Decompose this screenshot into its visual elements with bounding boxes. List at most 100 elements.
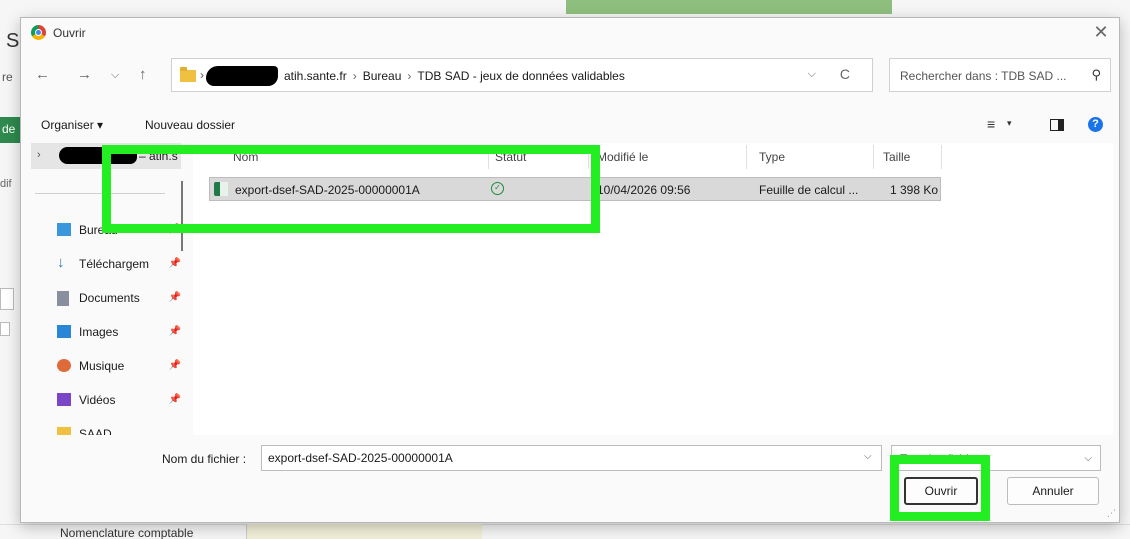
chevron-down-icon[interactable]: ⌵ — [1084, 453, 1092, 464]
filename-label: Nom du fichier : — [162, 452, 247, 466]
sync-status-check-icon: ✓ — [491, 182, 504, 195]
open-file-dialog: Ouvrir ✕ ← → ⌵ ↑ › atih.sante.fr › Bureau ›… — [20, 17, 1120, 523]
sidebar-item-label: Documents — [79, 291, 140, 305]
cancel-button[interactable]: Annuler — [1007, 477, 1099, 505]
breadcrumb-separator: › — [407, 69, 412, 83]
file-modified-cell: 10/04/2026 09:56 — [597, 183, 691, 197]
column-divider[interactable] — [873, 145, 874, 169]
resize-grip-icon[interactable]: ⋰ — [1107, 508, 1116, 519]
breadcrumb: atih.sante.fr › Bureau › TDB SAD - jeux de d… — [284, 69, 625, 83]
search-placeholder: Rechercher dans : TDB SAD ... — [900, 69, 1067, 83]
column-header-type[interactable]: Type — [759, 150, 785, 164]
navigation-bar: ← → ⌵ ↑ › atih.sante.fr › Bureau › TDB SAD -… — [21, 56, 1119, 94]
folder-icon — [180, 67, 196, 82]
sidebar-item-videos[interactable]: Vidéos 📌 — [57, 391, 181, 411]
dialog-title: Ouvrir — [53, 26, 86, 40]
search-icon[interactable]: ⚲ — [1091, 67, 1101, 83]
help-icon[interactable]: ? — [1088, 117, 1103, 132]
column-header-status[interactable]: Statut — [495, 150, 526, 164]
navigation-pane: › – atih.s Bureau 📌 ↓ Téléchargem 📌 Docu… — [31, 143, 191, 435]
sidebar-item-label: Vidéos — [79, 393, 116, 407]
sidebar-item-label: Musique — [79, 359, 125, 373]
file-type-select[interactable]: Tous les fichiers ⌵ — [891, 445, 1101, 471]
nav-pane-divider — [35, 193, 165, 194]
address-bar[interactable]: › atih.sante.fr › Bureau › TDB SAD - jeux de… — [171, 58, 873, 92]
videos-icon — [57, 393, 71, 406]
chrome-icon — [31, 25, 46, 40]
redacted-account-name — [59, 147, 137, 164]
images-icon — [57, 325, 71, 338]
pin-icon: 📌 — [168, 360, 181, 371]
sidebar-item-bureau[interactable]: Bureau 📌 — [57, 221, 181, 241]
breadcrumb-item-tdb-sad[interactable]: TDB SAD - jeux de données validables — [417, 69, 624, 83]
search-input[interactable]: Rechercher dans : TDB SAD ... ⚲ — [889, 58, 1111, 92]
chevron-right-icon[interactable]: › — [37, 149, 41, 161]
download-icon: ↓ — [57, 254, 65, 271]
sidebar-item-label: Téléchargem — [79, 257, 150, 271]
back-arrow-icon[interactable]: ← — [35, 66, 50, 83]
pin-icon: 📌 — [168, 292, 181, 303]
column-header-modified[interactable]: Modifié le — [597, 150, 648, 164]
view-options-icon[interactable]: ≡ — [987, 116, 995, 132]
organize-button[interactable]: Organiser ▾ — [41, 118, 103, 132]
background-green-bar — [566, 0, 892, 14]
background-checkbox — [0, 322, 10, 336]
column-divider[interactable] — [746, 145, 747, 169]
breadcrumb-item-atih[interactable]: atih.sante.fr — [284, 69, 347, 83]
column-divider[interactable] — [588, 145, 589, 169]
column-divider[interactable] — [941, 145, 942, 169]
filename-dropdown-icon[interactable]: ⌵ — [864, 451, 872, 462]
sidebar-item-label: SAAD — [79, 427, 112, 435]
pin-icon: 📌 — [168, 224, 181, 235]
sidebar-item-label: Bureau — [79, 223, 118, 237]
breadcrumb-item-bureau[interactable]: Bureau — [363, 69, 402, 83]
nav-pane-onedrive-item[interactable]: › – atih.s — [31, 143, 181, 169]
column-divider[interactable] — [488, 145, 489, 169]
background-dif-text: dif — [0, 178, 12, 190]
pin-icon: 📌 — [168, 394, 181, 405]
close-icon[interactable]: ✕ — [1091, 22, 1111, 43]
forward-arrow-icon[interactable]: → — [77, 66, 92, 83]
nav-pane-scrollbar[interactable] — [181, 181, 183, 251]
breadcrumb-expand-icon[interactable]: › — [200, 68, 204, 82]
sidebar-item-musique[interactable]: Musique 📌 — [57, 357, 181, 377]
folder-icon — [57, 427, 71, 435]
background-de-tab: de — [0, 117, 20, 143]
column-header-name[interactable]: Nom — [233, 150, 258, 164]
redacted-path-segment — [206, 66, 278, 86]
documents-icon — [57, 291, 69, 306]
view-options-chevron-icon[interactable]: ▾ — [1007, 118, 1012, 129]
preview-pane-icon[interactable] — [1050, 119, 1064, 131]
nav-pane-onedrive-label: – atih.s — [139, 149, 178, 163]
file-type-selected: Tous les fichiers — [900, 452, 986, 466]
background-yellow-cell — [246, 524, 482, 539]
background-letter: S — [6, 30, 20, 52]
refresh-icon[interactable]: C — [840, 66, 850, 82]
command-bar: Organiser ▾ Nouveau dossier ≡ ▾ ? — [21, 110, 1119, 138]
background-nomenclature-label: Nomenclature comptable — [60, 526, 194, 539]
recent-locations-chevron-icon[interactable]: ⌵ — [111, 69, 119, 82]
file-list: Nom Statut Modifié le Type Taille export… — [193, 143, 1113, 435]
excel-file-icon — [214, 182, 228, 196]
sidebar-item-telechargements[interactable]: ↓ Téléchargem 📌 — [57, 254, 181, 275]
sidebar-item-label: Images — [79, 325, 119, 339]
desktop-icon — [57, 223, 71, 236]
background-field — [0, 288, 14, 310]
file-name-cell[interactable]: export-dsef-SAD-2025-00000001A — [235, 183, 420, 197]
pin-icon: 📌 — [168, 326, 181, 337]
pin-icon: 📌 — [168, 258, 181, 269]
address-dropdown-icon[interactable]: ⌵ — [808, 68, 816, 81]
file-size-cell: 1 398 Ko — [890, 183, 939, 197]
music-icon — [57, 359, 71, 372]
up-arrow-icon[interactable]: ↑ — [139, 66, 147, 83]
new-folder-button[interactable]: Nouveau dossier — [145, 118, 235, 132]
sidebar-item-images[interactable]: Images 📌 — [57, 323, 181, 343]
breadcrumb-separator: › — [352, 69, 357, 83]
filename-input[interactable] — [261, 445, 882, 471]
background-re-text: re — [2, 70, 13, 84]
sidebar-item-saad[interactable]: SAAD — [57, 425, 181, 435]
file-type-cell: Feuille de calcul ... — [759, 183, 859, 197]
sidebar-item-documents[interactable]: Documents 📌 — [57, 289, 181, 309]
column-header-size[interactable]: Taille — [883, 150, 910, 164]
open-button[interactable]: Ouvrir — [904, 477, 978, 505]
